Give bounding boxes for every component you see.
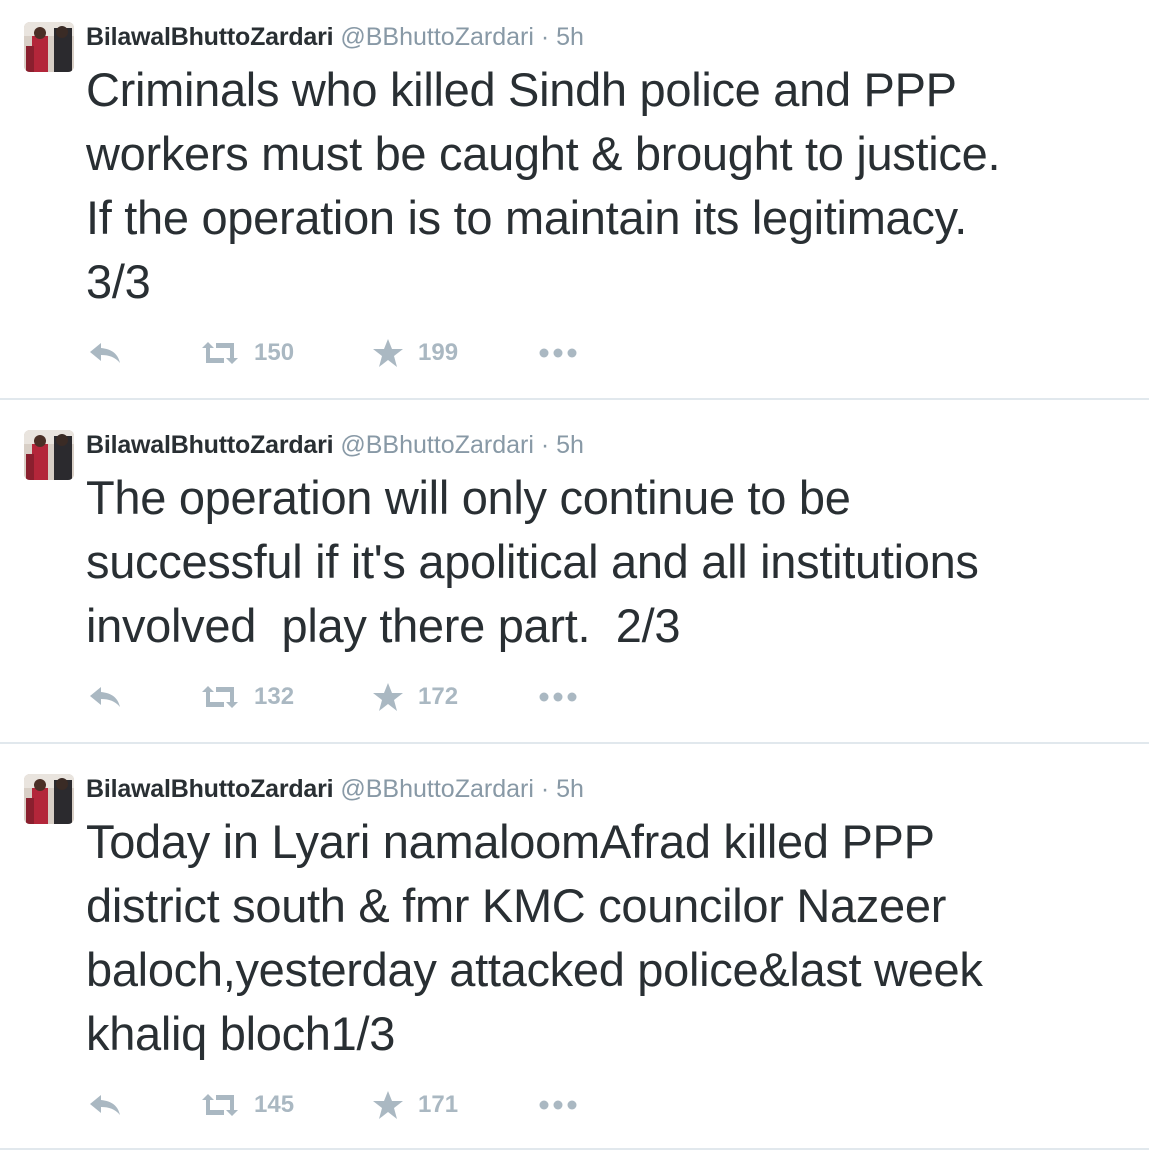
retweet-count: 132: [254, 683, 295, 710]
author-username[interactable]: @BBhuttoZardari: [340, 775, 534, 803]
author-fullname[interactable]: BilawalBhuttoZardari: [86, 775, 334, 803]
retweet-count: 145: [254, 1091, 295, 1118]
retweet-count: 150: [254, 339, 295, 366]
tweet-header: BilawalBhuttoZardari @BBhuttoZardari · 5…: [86, 430, 584, 460]
star-icon: [372, 682, 404, 712]
author-fullname[interactable]: BilawalBhuttoZardari: [86, 431, 334, 459]
retweet-icon: [200, 340, 240, 366]
retweet-button[interactable]: 132: [200, 680, 294, 714]
more-button[interactable]: [538, 680, 578, 714]
tweet-timestamp[interactable]: 5h: [556, 775, 584, 803]
star-icon: [372, 338, 404, 368]
avatar[interactable]: [24, 22, 74, 72]
retweet-button[interactable]: 145: [200, 1088, 294, 1122]
tweet-2[interactable]: BilawalBhuttoZardari @BBhuttoZardari · 5…: [0, 400, 1149, 742]
reply-icon: [88, 340, 122, 366]
tweet-text: Today in Lyari namaloomAfrad killed PPP …: [86, 815, 983, 1060]
reply-button[interactable]: [88, 336, 122, 370]
more-dots-icon: [538, 347, 578, 359]
avatar[interactable]: [24, 774, 74, 824]
tweet-divider: [0, 1148, 1149, 1150]
tweet-1[interactable]: BilawalBhuttoZardari @BBhuttoZardari · 5…: [0, 0, 1149, 398]
more-dots-icon: [538, 1099, 578, 1111]
avatar[interactable]: [24, 430, 74, 480]
retweet-icon: [200, 1092, 240, 1118]
favorite-count: 199: [418, 339, 459, 366]
favorite-button[interactable]: 172: [372, 680, 458, 714]
reply-icon: [88, 684, 122, 710]
favorite-button[interactable]: 199: [372, 336, 458, 370]
tweet-header: BilawalBhuttoZardari @BBhuttoZardari · 5…: [86, 774, 584, 804]
meta-separator: ·: [540, 431, 550, 459]
tweet-timestamp[interactable]: 5h: [556, 431, 584, 459]
more-dots-icon: [538, 691, 578, 703]
tweet-text: The operation will only continue to be s…: [86, 471, 979, 652]
meta-separator: ·: [540, 23, 550, 51]
retweet-icon: [200, 684, 240, 710]
tweet-3[interactable]: BilawalBhuttoZardari @BBhuttoZardari · 5…: [0, 744, 1149, 1148]
favorite-count: 172: [418, 683, 459, 710]
author-username[interactable]: @BBhuttoZardari: [340, 23, 534, 51]
reply-button[interactable]: [88, 680, 122, 714]
favorite-button[interactable]: 171: [372, 1088, 458, 1122]
retweet-button[interactable]: 150: [200, 336, 294, 370]
author-fullname[interactable]: BilawalBhuttoZardari: [86, 23, 334, 51]
star-icon: [372, 1090, 404, 1120]
reply-button[interactable]: [88, 1088, 122, 1122]
more-button[interactable]: [538, 336, 578, 370]
tweet-actions: 150 199: [88, 336, 608, 370]
more-button[interactable]: [538, 1088, 578, 1122]
tweet-timestamp[interactable]: 5h: [556, 23, 584, 51]
tweet-header: BilawalBhuttoZardari @BBhuttoZardari · 5…: [86, 22, 584, 52]
tweet-actions: 132 172: [88, 680, 608, 714]
reply-icon: [88, 1092, 122, 1118]
meta-separator: ·: [540, 775, 550, 803]
favorite-count: 171: [418, 1091, 459, 1118]
tweet-actions: 145 171: [88, 1088, 608, 1122]
author-username[interactable]: @BBhuttoZardari: [340, 431, 534, 459]
tweet-text: Criminals who killed Sindh police and PP…: [86, 63, 1001, 308]
